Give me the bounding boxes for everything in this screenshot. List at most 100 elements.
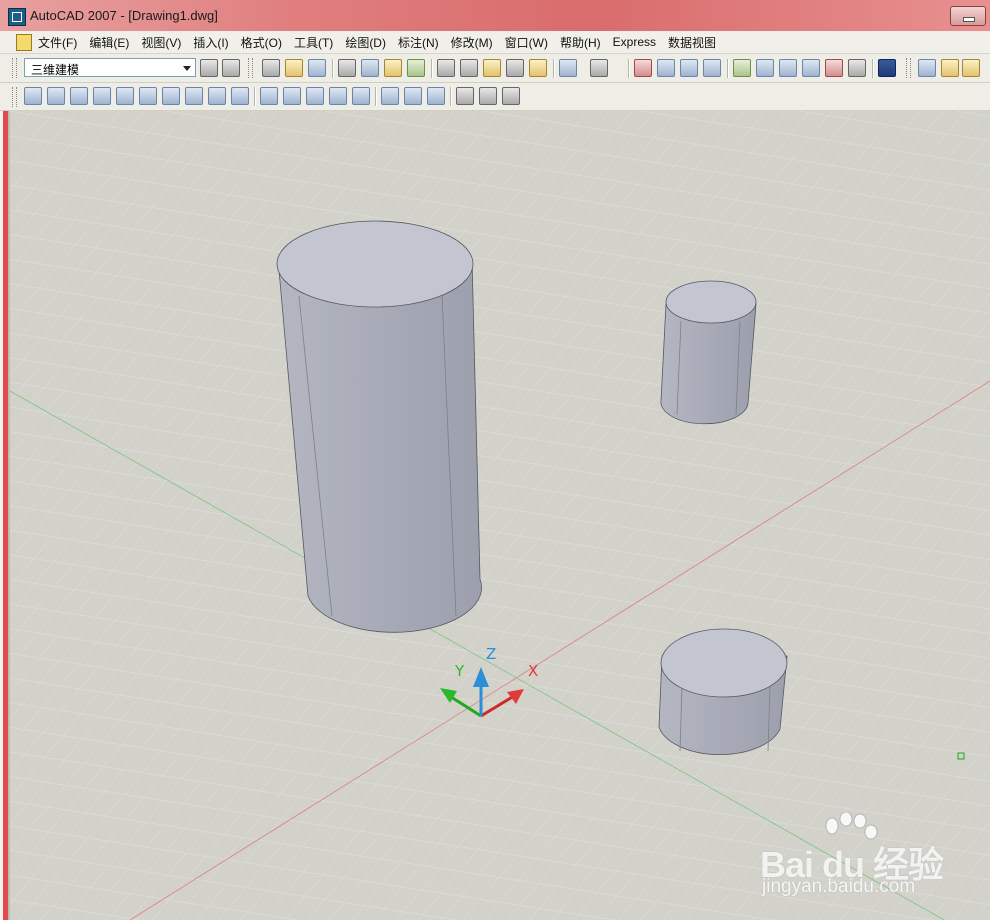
menu-format[interactable]: 格式(O)	[241, 34, 288, 51]
extrude-icon[interactable]	[260, 87, 278, 105]
plot-preview-icon[interactable]	[361, 59, 379, 77]
open-folder-icon[interactable]	[285, 59, 303, 77]
wedge-icon[interactable]	[70, 87, 88, 105]
toolbar-grip[interactable]	[906, 58, 911, 78]
separator	[872, 59, 874, 78]
drawing-viewport[interactable]: Y Z X Bai du 经验 jingyan.baidu.com	[10, 111, 990, 920]
markup-icon[interactable]	[825, 59, 843, 77]
separator	[375, 87, 377, 106]
grid-pattern	[10, 111, 990, 920]
viewport-left-border	[0, 111, 10, 920]
menu-insert[interactable]: 插入(I)	[193, 34, 234, 51]
3d-dwf-icon[interactable]	[407, 59, 425, 77]
document-menu-icon[interactable]	[16, 34, 32, 51]
copy-icon[interactable]	[460, 59, 478, 77]
menu-express[interactable]: Express	[613, 35, 662, 49]
helix-icon[interactable]	[208, 87, 226, 105]
menu-modify[interactable]: 修改(M)	[451, 34, 499, 51]
menu-dimension[interactable]: 标注(N)	[398, 34, 445, 51]
toolbar-grip[interactable]	[248, 58, 253, 78]
polysolid-icon[interactable]	[24, 87, 42, 105]
menu-bar: 文件(F) 编辑(E) 视图(V) 插入(I) 格式(O) 工具(T) 绘图(D…	[0, 31, 990, 54]
layer-on-bulb-icon[interactable]	[941, 59, 959, 77]
menu-window[interactable]: 窗口(W)	[505, 34, 554, 51]
toolbar-grip[interactable]	[12, 58, 17, 78]
revolve-icon[interactable]	[329, 87, 347, 105]
watermark-url: jingyan.baidu.com	[762, 876, 916, 897]
separator	[431, 59, 433, 78]
menu-draw[interactable]: 绘图(D)	[345, 34, 392, 51]
print-icon[interactable]	[338, 59, 356, 77]
cut-icon[interactable]	[437, 59, 455, 77]
modeling-toolbar	[0, 83, 990, 111]
new-file-icon[interactable]	[262, 59, 280, 77]
undo-icon[interactable]	[559, 59, 577, 77]
ucs-x-label: X	[528, 662, 538, 680]
autocad-app-icon[interactable]	[8, 8, 26, 26]
menu-edit[interactable]: 编辑(E)	[89, 34, 135, 51]
workspace-save-icon[interactable]	[222, 59, 240, 77]
separator	[553, 59, 555, 78]
cylinder-icon[interactable]	[139, 87, 157, 105]
zoom-window-icon[interactable]	[680, 59, 698, 77]
layer-freeze-icon[interactable]	[962, 59, 980, 77]
window-title: AutoCAD 2007 - [Drawing1.dwg]	[30, 8, 218, 23]
3d-align-icon[interactable]	[502, 87, 520, 105]
design-center-icon[interactable]	[756, 59, 774, 77]
chevron-down-icon	[183, 66, 191, 71]
ucs-y-label: Y	[454, 662, 465, 680]
layer-manager-icon[interactable]	[918, 59, 936, 77]
pyramid-icon[interactable]	[185, 87, 203, 105]
planar-surface-icon[interactable]	[231, 87, 249, 105]
cylinder-short-near[interactable]	[658, 628, 788, 756]
separator	[254, 87, 256, 106]
publish-icon[interactable]	[384, 59, 402, 77]
save-icon[interactable]	[308, 59, 326, 77]
model-space-canvas[interactable]: Y Z X	[10, 111, 990, 920]
standard-toolbar: 三维建模	[0, 54, 990, 83]
workspace-settings-icon[interactable]	[200, 59, 218, 77]
autocad-window: AutoCAD 2007 - [Drawing1.dwg] 文件(F) 编辑(E…	[0, 0, 990, 920]
menu-help[interactable]: 帮助(H)	[560, 34, 607, 51]
match-properties-icon[interactable]	[506, 59, 524, 77]
sweep-icon[interactable]	[306, 87, 324, 105]
sphere-icon[interactable]	[116, 87, 134, 105]
separator	[628, 59, 630, 78]
box-icon[interactable]	[47, 87, 65, 105]
torus-icon[interactable]	[162, 87, 180, 105]
minimize-button[interactable]	[950, 6, 986, 26]
sheet-set-icon[interactable]	[802, 59, 820, 77]
intersect-icon[interactable]	[427, 87, 445, 105]
cone-icon[interactable]	[93, 87, 111, 105]
cylinder-large[interactable]	[276, 220, 482, 633]
zoom-realtime-icon[interactable]	[657, 59, 675, 77]
block-editor-icon[interactable]	[529, 59, 547, 77]
union-icon[interactable]	[381, 87, 399, 105]
separator	[727, 59, 729, 78]
3d-rotate-icon[interactable]	[479, 87, 497, 105]
title-bar[interactable]: AutoCAD 2007 - [Drawing1.dwg]	[0, 0, 990, 31]
properties-icon[interactable]	[733, 59, 751, 77]
presspull-icon[interactable]	[283, 87, 301, 105]
help-icon[interactable]	[878, 59, 896, 77]
baidu-watermark: Bai du 经验 jingyan.baidu.com	[760, 812, 982, 902]
separator	[450, 87, 452, 106]
menu-data-view[interactable]: 数据视图	[668, 34, 722, 51]
toolbar-grip[interactable]	[12, 87, 17, 107]
calculator-icon[interactable]	[848, 59, 866, 77]
subtract-icon[interactable]	[404, 87, 422, 105]
cylinder-small-far[interactable]	[660, 280, 757, 425]
pan-realtime-icon[interactable]	[634, 59, 652, 77]
menu-tools[interactable]: 工具(T)	[294, 34, 339, 51]
paste-icon[interactable]	[483, 59, 501, 77]
tool-palettes-icon[interactable]	[779, 59, 797, 77]
zoom-previous-icon[interactable]	[703, 59, 721, 77]
loft-icon[interactable]	[352, 87, 370, 105]
menu-file[interactable]: 文件(F)	[38, 34, 83, 51]
menu-view[interactable]: 视图(V)	[141, 34, 187, 51]
ucs-z-label: Z	[486, 645, 496, 663]
workspace-dropdown[interactable]: 三维建模	[24, 58, 196, 77]
redo-icon[interactable]	[590, 59, 608, 77]
workspace-value: 三维建模	[31, 63, 80, 77]
3d-move-icon[interactable]	[456, 87, 474, 105]
